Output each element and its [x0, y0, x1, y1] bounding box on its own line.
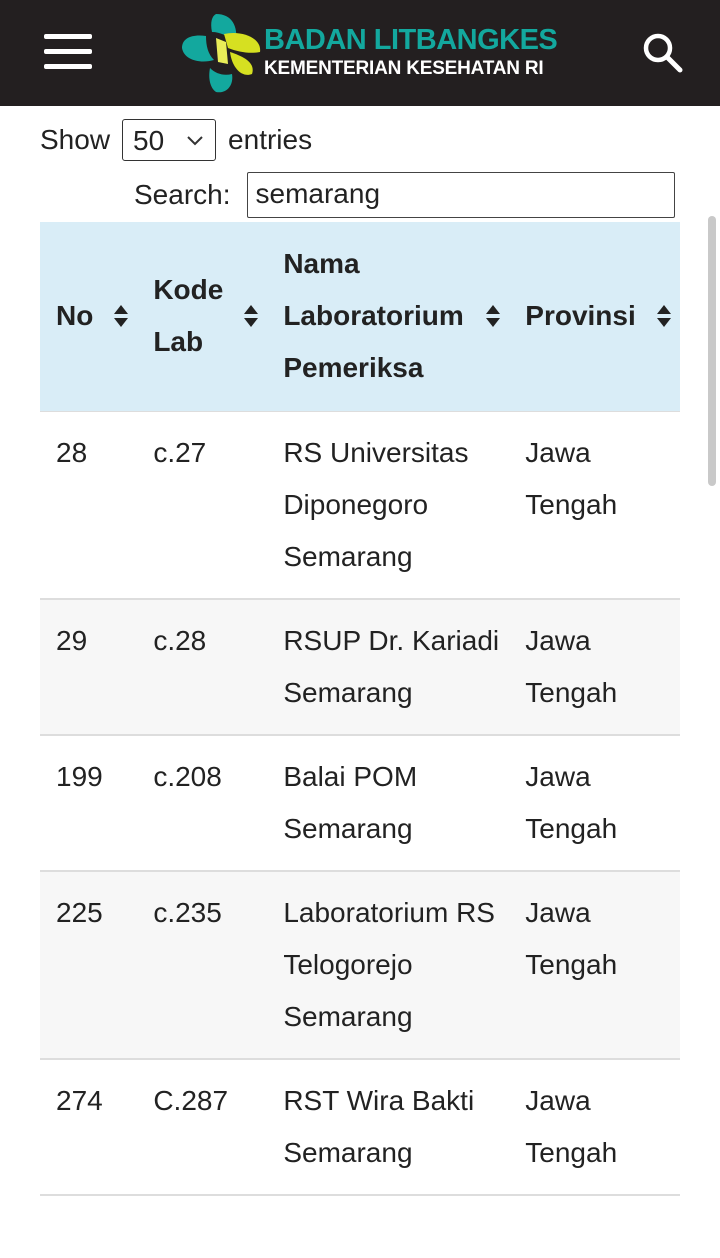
search-label: Search:: [134, 179, 231, 210]
cell-kode-lab: c.27: [137, 411, 268, 600]
cell-no: 274: [40, 1058, 138, 1196]
column-header-provinsi[interactable]: Provinsi: [509, 222, 680, 412]
cell-kode-lab: c.28: [137, 598, 268, 736]
site-logo[interactable]: BADAN LITBANGKES KEMENTERIAN KESEHATAN R…: [180, 10, 558, 96]
table-search: Search: semarang: [134, 172, 675, 218]
table-row: 225 c.235 Laboratorium RS Telogorejo Sem…: [40, 870, 680, 1060]
cell-provinsi: Jawa Tengah: [509, 870, 680, 1060]
table-row: 274 C.287 RST Wira Bakti Semarang Jawa T…: [40, 1058, 680, 1196]
cell-provinsi: Jawa Tengah: [509, 734, 680, 872]
cell-nama-laboratorium: RST Wira Bakti Semarang: [267, 1058, 510, 1196]
sort-icon: [114, 305, 129, 328]
column-header-nama-laboratorium[interactable]: Nama Laboratorium Pemeriksa: [267, 222, 510, 412]
sort-icon: [244, 305, 259, 328]
cell-no: 29: [40, 598, 138, 736]
search-input[interactable]: semarang: [246, 172, 675, 218]
cell-kode-lab: c.235: [137, 870, 268, 1060]
table-row: 28 c.27 RS Universitas Diponegoro Semara…: [40, 411, 680, 600]
cell-kode-lab: C.287: [137, 1058, 268, 1196]
sort-icon: [486, 305, 501, 328]
hamburger-menu-icon[interactable]: [44, 34, 92, 70]
chevron-down-icon: [187, 136, 203, 146]
cell-nama-laboratorium: RS Universitas Diponegoro Semarang: [267, 411, 510, 600]
entries-label: entries: [228, 124, 313, 155]
table-row: 199 c.208 Balai POM Semarang Jawa Tengah: [40, 734, 680, 872]
cell-no: 199: [40, 734, 138, 872]
cell-provinsi: Jawa Tengah: [509, 598, 680, 736]
entries-per-page-value: 50: [133, 125, 165, 156]
cell-provinsi: Jawa Tengah: [509, 1058, 680, 1196]
sort-icon: [657, 305, 671, 328]
table-header-row: No Kode Lab Nama Laboratorium Pemeriksa …: [40, 222, 680, 412]
cell-no: 28: [40, 411, 138, 600]
table-row: 29 c.28 RSUP Dr. Kariadi Semarang Jawa T…: [40, 598, 680, 736]
logo-subtitle: KEMENTERIAN KESEHATAN RI: [264, 58, 544, 79]
entries-length-control: Show 50 entries: [40, 118, 312, 162]
top-navbar: BADAN LITBANGKES KEMENTERIAN KESEHATAN R…: [0, 0, 720, 106]
logo-title: BADAN LITBANGKES: [264, 24, 558, 56]
cell-kode-lab: c.208: [137, 734, 268, 872]
cell-nama-laboratorium: RSUP Dr. Kariadi Semarang: [267, 598, 510, 736]
search-icon[interactable]: [640, 30, 684, 74]
entries-per-page-select[interactable]: 50: [122, 119, 217, 161]
column-header-kode-lab[interactable]: Kode Lab: [137, 222, 268, 412]
cell-no: 225: [40, 870, 138, 1060]
page-scrollbar[interactable]: [708, 216, 716, 486]
laboratory-table: No Kode Lab Nama Laboratorium Pemeriksa …: [40, 222, 680, 1196]
cell-nama-laboratorium: Balai POM Semarang: [267, 734, 510, 872]
cell-nama-laboratorium: Laboratorium RS Telogorejo Semarang: [267, 870, 510, 1060]
show-label: Show: [40, 124, 111, 155]
column-header-label: Nama Laboratorium Pemeriksa: [283, 248, 464, 384]
column-header-no[interactable]: No: [40, 222, 138, 412]
kemenkes-logo-icon: [182, 14, 261, 93]
cell-provinsi: Jawa Tengah: [509, 411, 680, 600]
